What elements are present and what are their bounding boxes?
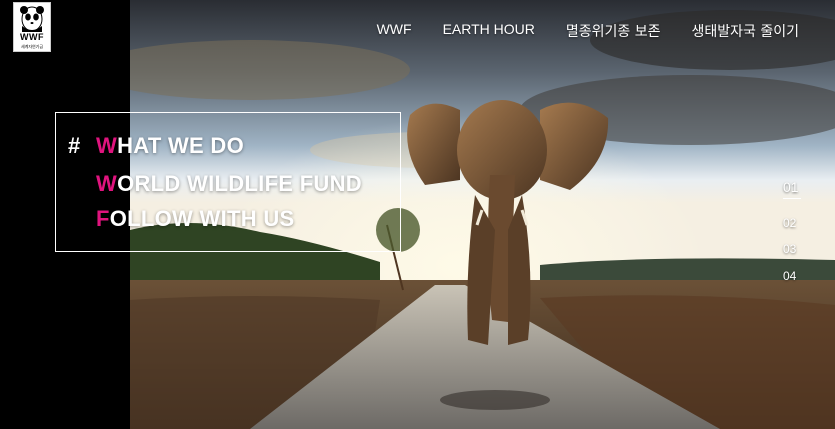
nav-item-wwf[interactable]: WWF	[377, 21, 412, 41]
menu-what-we-do[interactable]: WHAT WE DO	[96, 133, 244, 159]
panda-icon	[20, 6, 44, 32]
menu-initial: W	[96, 171, 118, 196]
nav-item-endangered-species[interactable]: 멸종위기종 보존	[566, 21, 661, 41]
menu-label: OLLOW WITH US	[109, 206, 295, 231]
pager-item-04[interactable]: 04	[783, 269, 796, 283]
wwf-logo[interactable]: WWF 세계자연기금	[13, 2, 51, 52]
logo-subtext: 세계자연기금	[20, 44, 44, 49]
pager-item-02[interactable]: 02	[783, 216, 796, 230]
top-nav: WWF EARTH HOUR 멸종위기종 보존 생태발자국 줄이기	[377, 21, 799, 41]
pager-active-indicator	[783, 198, 801, 199]
hash-mark: #	[68, 133, 81, 158]
pager-item-03[interactable]: 03	[783, 242, 796, 256]
menu-initial: W	[96, 133, 118, 158]
nav-item-earth-hour[interactable]: EARTH HOUR	[443, 21, 535, 41]
logo-wordmark: WWF	[20, 32, 44, 42]
menu-follow-with-us[interactable]: FOLLOW WITH US	[96, 206, 295, 232]
pager-item-01[interactable]: 01	[783, 179, 799, 195]
nav-item-ecological-footprint[interactable]: 생태발자국 줄이기	[692, 21, 800, 41]
menu-world-wildlife-fund[interactable]: WORLD WILDLIFE FUND	[96, 171, 362, 197]
page: WWF 세계자연기금 WWF EARTH HOUR 멸종위기종 보존 생태발자국…	[0, 0, 835, 429]
menu-initial: F	[96, 206, 110, 231]
menu-label: HAT WE DO	[117, 133, 245, 158]
menu-label: ORLD WILDLIFE FUND	[117, 171, 362, 196]
